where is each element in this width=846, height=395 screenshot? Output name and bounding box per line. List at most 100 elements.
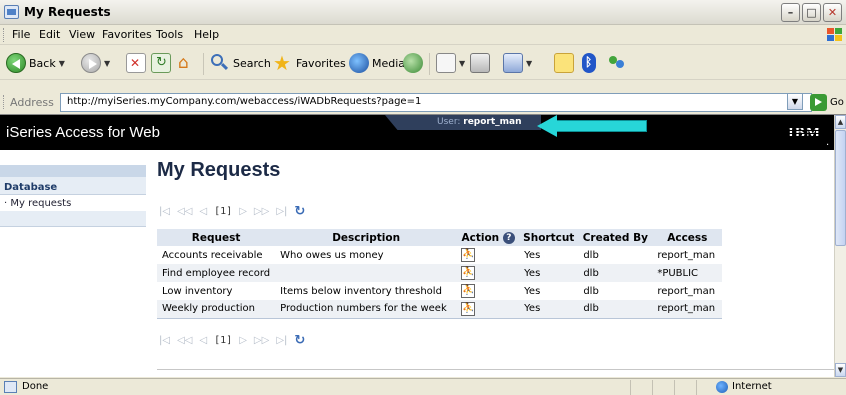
favorites-button[interactable]: ★ Favorites xyxy=(273,51,346,75)
prev-page-icon[interactable]: ◁ xyxy=(199,335,207,346)
bluetooth-button[interactable]: ᛒ xyxy=(582,51,596,75)
go-button[interactable]: Go xyxy=(810,93,844,112)
page-viewport: iSeries Access for Web User: report_man … xyxy=(0,114,846,377)
run-request-icon[interactable]: ⛹ xyxy=(461,248,476,262)
request-name[interactable]: Find employee record xyxy=(157,264,276,282)
created-by-value: dlb xyxy=(578,264,653,282)
vertical-scrollbar[interactable]: ▲ ▼ xyxy=(834,115,846,377)
search-icon xyxy=(210,53,230,73)
refresh-button[interactable]: ↻ xyxy=(151,51,171,75)
run-request-icon[interactable]: ⛹ xyxy=(461,301,476,316)
chevron-down-icon[interactable]: ▼ xyxy=(459,59,465,68)
sidebar-section-database[interactable]: Database xyxy=(0,177,146,195)
current-page: [1] xyxy=(214,205,233,217)
address-label: Address xyxy=(10,96,54,109)
refresh-icon[interactable]: ↻ xyxy=(294,204,305,219)
app-title: iSeries Access for Web xyxy=(6,124,160,141)
search-label: Search xyxy=(233,56,271,70)
user-indicator: User: report_man xyxy=(385,115,541,130)
notes-button[interactable] xyxy=(554,51,574,75)
chevron-down-icon[interactable]: ▼ xyxy=(526,59,532,68)
prev-set-icon[interactable]: ◁◁ xyxy=(177,335,192,346)
close-button[interactable]: ✕ xyxy=(823,3,842,22)
internet-zone-icon xyxy=(716,381,728,393)
home-button[interactable]: ⌂ xyxy=(177,51,197,75)
scroll-thumb[interactable] xyxy=(835,130,846,246)
request-name[interactable]: Weekly production xyxy=(157,300,276,319)
request-name[interactable]: Accounts receivable xyxy=(157,246,275,264)
forward-arrow-icon xyxy=(81,53,101,73)
next-page-icon[interactable]: ▷ xyxy=(239,335,247,346)
callout-arrow xyxy=(537,115,647,137)
next-set-icon[interactable]: ▷▷ xyxy=(254,206,269,217)
run-request-icon[interactable]: ⛹ xyxy=(461,266,476,280)
windows-logo-icon xyxy=(826,27,843,43)
messenger-button[interactable] xyxy=(607,51,627,75)
access-value: *PUBLIC xyxy=(652,264,723,282)
print-button[interactable] xyxy=(470,51,490,75)
address-input[interactable]: http://myiSeries.myCompany.com/webaccess… xyxy=(60,93,812,112)
forward-button[interactable]: ▼ xyxy=(81,51,110,75)
ie-page-icon xyxy=(4,5,19,19)
chevron-down-icon[interactable]: ▼ xyxy=(59,59,65,68)
prev-set-icon[interactable]: ◁◁ xyxy=(177,206,192,217)
stop-icon: ✕ xyxy=(126,53,146,73)
col-description[interactable]: Description xyxy=(275,229,458,246)
history-button[interactable] xyxy=(403,51,423,75)
toolbar-grip xyxy=(3,95,5,109)
refresh-icon[interactable]: ↻ xyxy=(294,333,305,348)
run-request-icon[interactable]: ⛹ xyxy=(461,284,476,298)
access-value: report_man xyxy=(657,285,716,297)
sidebar-item-my-requests[interactable]: · My requests xyxy=(0,195,146,211)
go-label: Go xyxy=(830,97,844,108)
menu-edit[interactable]: Edit xyxy=(39,28,60,41)
status-bar: Done Internet xyxy=(0,378,846,395)
requests-table: Request Description Action ? Shortcut Cr… xyxy=(157,229,723,319)
menu-help[interactable]: Help xyxy=(194,28,219,41)
last-page-icon[interactable]: ▷| xyxy=(276,206,287,217)
menu-tools[interactable]: Tools xyxy=(156,28,183,41)
created-by-value: dlb xyxy=(583,285,599,297)
address-dropdown-icon[interactable]: ▼ xyxy=(787,93,803,110)
chevron-down-icon[interactable]: ▼ xyxy=(104,59,110,68)
current-page: [1] xyxy=(214,334,233,346)
col-created-by[interactable]: Created By xyxy=(578,229,653,246)
next-set-icon[interactable]: ▷▷ xyxy=(254,335,269,346)
menu-bar: File Edit View Favorites Tools Help xyxy=(0,25,846,45)
mail-button[interactable]: ▼ xyxy=(436,51,465,75)
request-name[interactable]: Low inventory xyxy=(157,282,275,300)
edit-button[interactable]: ▼ xyxy=(503,51,532,75)
table-row: Find employee record ⛹ Yes dlb *PUBLIC xyxy=(157,264,723,282)
shortcut-value: Yes xyxy=(519,300,579,319)
first-page-icon[interactable]: |◁ xyxy=(159,335,170,346)
page-title: My Requests xyxy=(157,159,281,181)
media-label: Media xyxy=(372,56,406,70)
menu-favorites[interactable]: Favorites xyxy=(102,28,152,41)
action-cell: ⛹ xyxy=(457,246,519,264)
last-page-icon[interactable]: ▷| xyxy=(276,335,287,346)
col-access[interactable]: Access xyxy=(652,229,723,246)
maximize-button[interactable]: □ xyxy=(802,3,821,22)
menu-file[interactable]: File xyxy=(12,28,30,41)
media-button[interactable]: Media xyxy=(349,51,405,75)
menu-view[interactable]: View xyxy=(69,28,95,41)
prev-page-icon[interactable]: ◁ xyxy=(199,206,207,217)
stop-button[interactable]: ✕ xyxy=(126,51,146,75)
scroll-down-icon[interactable]: ▼ xyxy=(835,363,846,377)
toolbar-grip xyxy=(3,28,5,42)
divider xyxy=(157,369,834,370)
request-description: Production numbers for the week xyxy=(275,300,458,319)
minimize-button[interactable]: – xyxy=(781,3,800,22)
table-row: Low inventory Items below inventory thre… xyxy=(157,282,722,300)
col-request[interactable]: Request xyxy=(157,229,276,246)
scroll-up-icon[interactable]: ▲ xyxy=(835,115,846,129)
title-bar: My Requests – □ ✕ xyxy=(0,0,846,25)
shortcut-value: Yes xyxy=(524,249,541,261)
next-page-icon[interactable]: ▷ xyxy=(239,206,247,217)
first-page-icon[interactable]: |◁ xyxy=(159,206,170,217)
search-button[interactable]: Search xyxy=(210,51,271,75)
help-icon[interactable]: ? xyxy=(502,231,515,244)
shortcut-value: Yes xyxy=(524,285,541,297)
back-button[interactable]: Back ▼ xyxy=(6,51,65,75)
col-shortcut[interactable]: Shortcut xyxy=(519,229,579,246)
